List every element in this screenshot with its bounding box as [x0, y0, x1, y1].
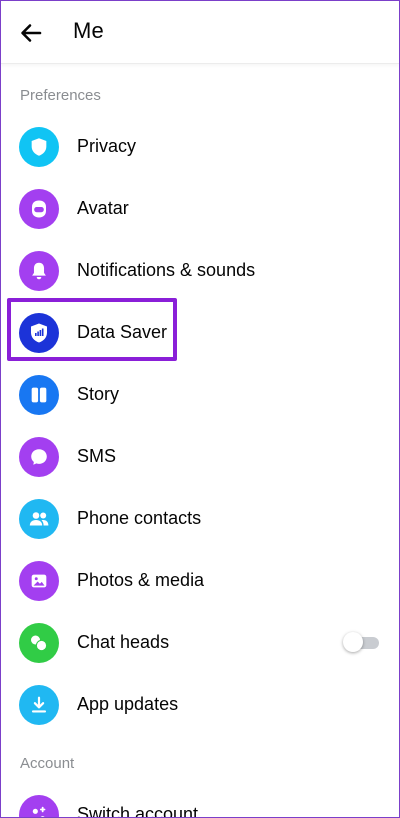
shield-icon	[19, 127, 59, 167]
settings-item-avatar[interactable]: Avatar	[1, 178, 399, 240]
settings-item-switch-account[interactable]: Switch account	[1, 784, 399, 818]
settings-item-story[interactable]: Story	[1, 364, 399, 426]
settings-item-sms[interactable]: SMS	[1, 426, 399, 488]
switch-account-icon	[19, 795, 59, 817]
settings-item-chat-heads[interactable]: Chat heads	[1, 612, 399, 674]
arrow-left-icon	[21, 24, 42, 42]
settings-item-label: Privacy	[77, 136, 137, 156]
section-label-account: Account	[20, 755, 75, 772]
settings-screen: Me Preferences Privacy Avatar Notificati…	[0, 0, 400, 818]
people-icon	[19, 499, 59, 539]
settings-item-phone-contacts[interactable]: Phone contacts	[1, 488, 399, 550]
settings-item-label: Story	[77, 384, 120, 404]
highlight-box	[7, 298, 177, 361]
download-icon	[19, 685, 59, 725]
bell-icon	[19, 251, 59, 291]
section-label-preferences: Preferences	[20, 87, 101, 104]
page-title: Me	[73, 18, 104, 43]
story-icon	[19, 375, 59, 415]
back-button[interactable]	[13, 15, 49, 51]
settings-item-label: Chat heads	[77, 632, 170, 652]
settings-item-label: Avatar	[77, 198, 129, 218]
settings-item-app-updates[interactable]: App updates	[1, 674, 399, 736]
settings-item-privacy[interactable]: Privacy	[1, 116, 399, 178]
settings-item-label: Phone contacts	[77, 508, 202, 528]
settings-item-label: Switch account	[77, 804, 199, 818]
settings-item-label: Notifications & sounds	[77, 260, 256, 280]
chat-bubble-icon	[19, 437, 59, 477]
chat-heads-icon	[19, 623, 59, 663]
settings-item-photos-media[interactable]: Photos & media	[1, 550, 399, 612]
header: Me	[1, 1, 399, 64]
avatar-face-icon	[19, 189, 59, 229]
settings-item-label: App updates	[77, 694, 179, 714]
photo-icon	[19, 561, 59, 601]
settings-item-label: SMS	[77, 446, 117, 466]
settings-item-label: Photos & media	[77, 570, 205, 590]
toggle-knob	[343, 632, 363, 652]
settings-item-notifications[interactable]: Notifications & sounds	[1, 240, 399, 302]
chat-heads-toggle[interactable]	[343, 632, 379, 652]
